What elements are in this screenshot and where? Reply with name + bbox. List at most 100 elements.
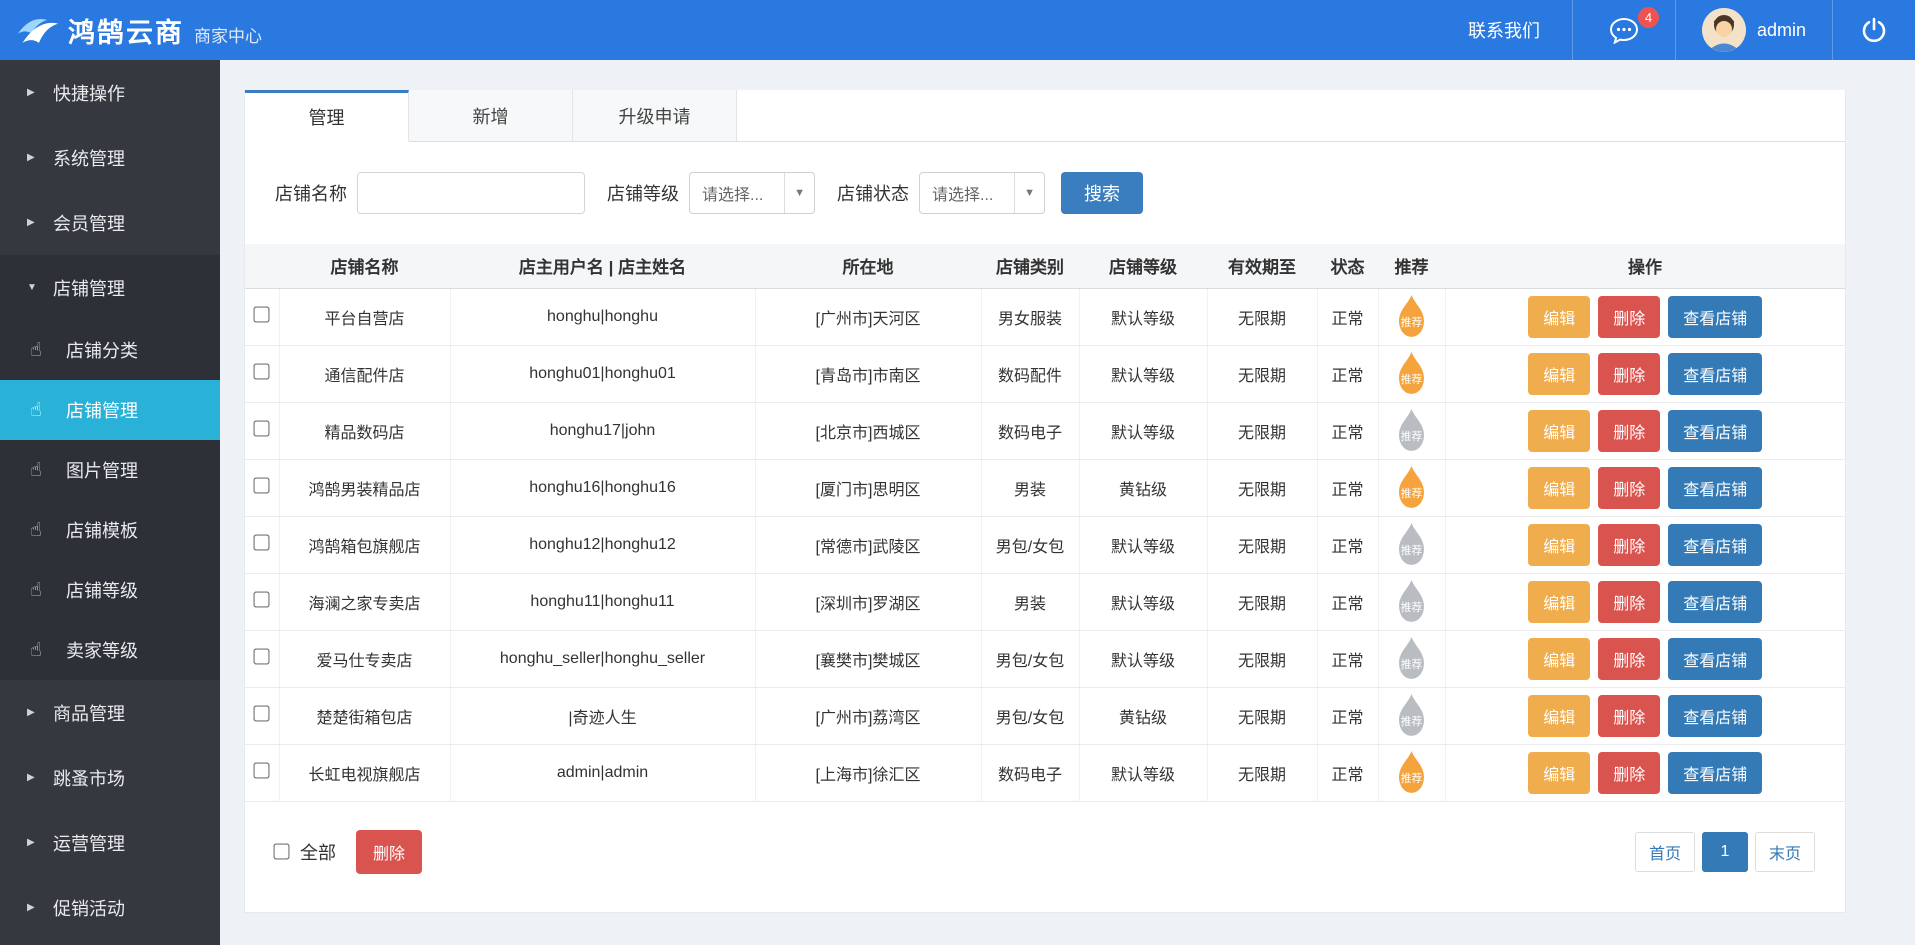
content-card: 管理新增升级申请 店铺名称 店铺等级 请选择... ▼ 店铺状态 请选择... … bbox=[244, 90, 1846, 913]
table-row: 平台自营店honghu|honghu[广州市]天河区男女服装默认等级无限期正常推… bbox=[245, 288, 1845, 345]
sidebar-item-3[interactable]: ▼店铺管理 bbox=[0, 255, 220, 320]
delete-button[interactable]: 删除 bbox=[1598, 410, 1660, 452]
sidebar-subitem-5[interactable]: ☝卖家等级 bbox=[0, 620, 220, 680]
edit-button[interactable]: 编辑 bbox=[1528, 581, 1590, 623]
row-checkbox[interactable] bbox=[254, 705, 270, 721]
delete-button[interactable]: 删除 bbox=[1598, 467, 1660, 509]
svg-text:推荐: 推荐 bbox=[1401, 601, 1423, 614]
shop-level: 默认等级 bbox=[1079, 402, 1207, 459]
tab-1[interactable]: 新增 bbox=[409, 90, 573, 141]
shop-name-input[interactable] bbox=[357, 172, 585, 214]
row-checkbox[interactable] bbox=[254, 762, 270, 778]
delete-button[interactable]: 删除 bbox=[1598, 695, 1660, 737]
messages-button[interactable]: 4 bbox=[1573, 0, 1675, 60]
edit-button[interactable]: 编辑 bbox=[1528, 353, 1590, 395]
search-button[interactable]: 搜索 bbox=[1061, 172, 1143, 214]
view-shop-button[interactable]: 查看店铺 bbox=[1668, 353, 1762, 395]
view-shop-button[interactable]: 查看店铺 bbox=[1668, 695, 1762, 737]
shop-name: 平台自营店 bbox=[279, 288, 450, 345]
delete-button[interactable]: 删除 bbox=[1598, 353, 1660, 395]
recommend-flame-icon[interactable]: 推荐 bbox=[1393, 295, 1430, 338]
view-shop-button[interactable]: 查看店铺 bbox=[1668, 581, 1762, 623]
edit-button[interactable]: 编辑 bbox=[1528, 524, 1590, 566]
select-all-label: 全部 bbox=[300, 839, 336, 865]
delete-button[interactable]: 删除 bbox=[1598, 524, 1660, 566]
delete-button[interactable]: 删除 bbox=[1598, 581, 1660, 623]
row-checkbox[interactable] bbox=[254, 306, 270, 322]
recommend-flame-icon[interactable]: 推荐 bbox=[1393, 751, 1430, 794]
contact-us-link[interactable]: 联系我们 bbox=[1436, 0, 1572, 60]
view-shop-button[interactable]: 查看店铺 bbox=[1668, 524, 1762, 566]
chevron-right-icon: ▶ bbox=[27, 837, 45, 848]
pagination-last[interactable]: 末页 bbox=[1755, 832, 1815, 872]
edit-button[interactable]: 编辑 bbox=[1528, 410, 1590, 452]
user-menu[interactable]: admin bbox=[1676, 0, 1832, 60]
logout-button[interactable] bbox=[1833, 0, 1915, 60]
tab-2[interactable]: 升级申请 bbox=[573, 90, 737, 141]
sidebar-item-5[interactable]: ▶跳蚤市场 bbox=[0, 745, 220, 810]
location: [襄樊市]樊城区 bbox=[755, 630, 981, 687]
recommend-flame-icon[interactable]: 推荐 bbox=[1393, 352, 1430, 395]
sidebar-item-6[interactable]: ▶运营管理 bbox=[0, 810, 220, 875]
sidebar-item-0[interactable]: ▶快捷操作 bbox=[0, 60, 220, 125]
shop-level-select[interactable]: 请选择... ▼ bbox=[689, 172, 815, 214]
sidebar-item-2[interactable]: ▶会员管理 bbox=[0, 190, 220, 255]
recommend-flame-icon[interactable]: 推荐 bbox=[1393, 637, 1430, 680]
sidebar-item-4[interactable]: ▶商品管理 bbox=[0, 680, 220, 745]
edit-button[interactable]: 编辑 bbox=[1528, 467, 1590, 509]
sidebar-subitem-0[interactable]: ☝店铺分类 bbox=[0, 320, 220, 380]
edit-button[interactable]: 编辑 bbox=[1528, 695, 1590, 737]
sidebar-subitem-4[interactable]: ☝店铺等级 bbox=[0, 560, 220, 620]
recommend-cell: 推荐 bbox=[1378, 402, 1445, 459]
chevron-down-icon: ▼ bbox=[27, 282, 45, 293]
sidebar-item-1[interactable]: ▶系统管理 bbox=[0, 125, 220, 190]
filter-bar: 店铺名称 店铺等级 请选择... ▼ 店铺状态 请选择... ▼ 搜索 bbox=[245, 142, 1845, 244]
row-checkbox[interactable] bbox=[254, 591, 270, 607]
message-count-badge: 4 bbox=[1638, 7, 1659, 28]
sidebar-subitem-1[interactable]: ☝店铺管理 bbox=[0, 380, 220, 440]
recommend-flame-icon[interactable]: 推荐 bbox=[1393, 694, 1430, 737]
delete-button[interactable]: 删除 bbox=[1598, 638, 1660, 680]
status: 正常 bbox=[1317, 288, 1378, 345]
row-checkbox[interactable] bbox=[254, 363, 270, 379]
shop-level: 黄钻级 bbox=[1079, 459, 1207, 516]
select-all-checkbox[interactable] bbox=[273, 843, 289, 859]
recommend-cell: 推荐 bbox=[1378, 744, 1445, 801]
pagination-first[interactable]: 首页 bbox=[1635, 832, 1695, 872]
delete-button[interactable]: 删除 bbox=[1598, 296, 1660, 338]
table-row: 楚楚街箱包店|奇迹人生[广州市]荔湾区男包/女包黄钻级无限期正常推荐编辑删除查看… bbox=[245, 687, 1845, 744]
row-checkbox[interactable] bbox=[254, 648, 270, 664]
status: 正常 bbox=[1317, 345, 1378, 402]
sidebar-subitem-2[interactable]: ☝图片管理 bbox=[0, 440, 220, 500]
sidebar-item-7[interactable]: ▶促销活动 bbox=[0, 875, 220, 940]
recommend-flame-icon[interactable]: 推荐 bbox=[1393, 409, 1430, 452]
recommend-flame-icon[interactable]: 推荐 bbox=[1393, 580, 1430, 623]
view-shop-button[interactable]: 查看店铺 bbox=[1668, 296, 1762, 338]
row-checkbox[interactable] bbox=[254, 534, 270, 550]
view-shop-button[interactable]: 查看店铺 bbox=[1668, 752, 1762, 794]
view-shop-button[interactable]: 查看店铺 bbox=[1668, 410, 1762, 452]
bulk-delete-button[interactable]: 删除 bbox=[356, 830, 422, 874]
shop-status-select[interactable]: 请选择... ▼ bbox=[919, 172, 1045, 214]
sidebar-subitem-3[interactable]: ☝店铺模板 bbox=[0, 500, 220, 560]
pagination-current-page[interactable]: 1 bbox=[1702, 832, 1748, 872]
delete-button[interactable]: 删除 bbox=[1598, 752, 1660, 794]
owner-username-name: honghu16|honghu16 bbox=[450, 459, 755, 516]
row-checkbox[interactable] bbox=[254, 477, 270, 493]
edit-button[interactable]: 编辑 bbox=[1528, 638, 1590, 680]
edit-button[interactable]: 编辑 bbox=[1528, 296, 1590, 338]
category: 数码电子 bbox=[981, 402, 1079, 459]
column-header: 店铺名称 bbox=[279, 244, 450, 288]
status: 正常 bbox=[1317, 516, 1378, 573]
view-shop-button[interactable]: 查看店铺 bbox=[1668, 467, 1762, 509]
brand-name: 鸿鹄云商 bbox=[68, 11, 184, 50]
view-shop-button[interactable]: 查看店铺 bbox=[1668, 638, 1762, 680]
tab-0[interactable]: 管理 bbox=[245, 90, 409, 142]
row-checkbox[interactable] bbox=[254, 420, 270, 436]
table-header-row: 店铺名称店主用户名 | 店主姓名所在地店铺类别店铺等级有效期至状态推荐操作 bbox=[245, 244, 1845, 288]
recommend-cell: 推荐 bbox=[1378, 687, 1445, 744]
edit-button[interactable]: 编辑 bbox=[1528, 752, 1590, 794]
recommend-flame-icon[interactable]: 推荐 bbox=[1393, 523, 1430, 566]
svg-text:推荐: 推荐 bbox=[1401, 373, 1423, 386]
recommend-flame-icon[interactable]: 推荐 bbox=[1393, 466, 1430, 509]
